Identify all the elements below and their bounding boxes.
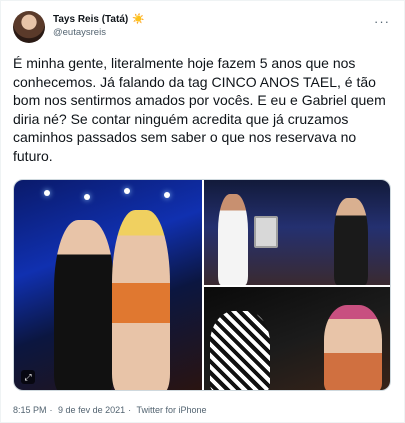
author-name-row[interactable]: Tays Reis (Tatá) ☀️ [53, 13, 144, 26]
photo-2[interactable] [204, 180, 390, 285]
person-figure [218, 194, 248, 285]
author-block: Tays Reis (Tatá) ☀️ @eutaysreis [53, 13, 144, 39]
person-figure [334, 198, 368, 285]
media-grid: ⤢ [13, 179, 391, 391]
person-figure [112, 210, 170, 390]
footer-separator: · [49, 405, 53, 415]
author-display-name[interactable]: Tays Reis (Tatá) [53, 14, 128, 25]
tweet-text: É minha gente, literalmente hoje fazem 5… [13, 55, 386, 164]
person-figure [324, 305, 382, 390]
person-figure [54, 220, 114, 390]
sun-emoji-icon: ☀️ [132, 14, 145, 25]
tweet-source[interactable]: Twitter for iPhone [136, 405, 206, 415]
tweet-card: Tays Reis (Tatá) ☀️ @eutaysreis ··· É mi… [0, 0, 405, 423]
author-handle[interactable]: @eutaysreis [53, 26, 144, 39]
photo-1[interactable]: ⤢ [14, 180, 202, 390]
avatar[interactable] [13, 11, 45, 43]
footer-separator: · [128, 405, 132, 415]
plaque [254, 216, 278, 248]
person-figure [210, 311, 270, 390]
photo-3[interactable] [204, 287, 390, 390]
tweet-header: Tays Reis (Tatá) ☀️ @eutaysreis ··· [13, 11, 394, 43]
tweet-footer: 8:15 PM · 9 de fev de 2021 · Twitter for i… [13, 405, 209, 415]
more-options-icon[interactable]: ··· [372, 11, 392, 31]
expand-icon[interactable]: ⤢ [21, 370, 35, 384]
tweet-time[interactable]: 8:15 PM [13, 405, 47, 415]
tweet-date[interactable]: 9 de fev de 2021 [58, 405, 125, 415]
